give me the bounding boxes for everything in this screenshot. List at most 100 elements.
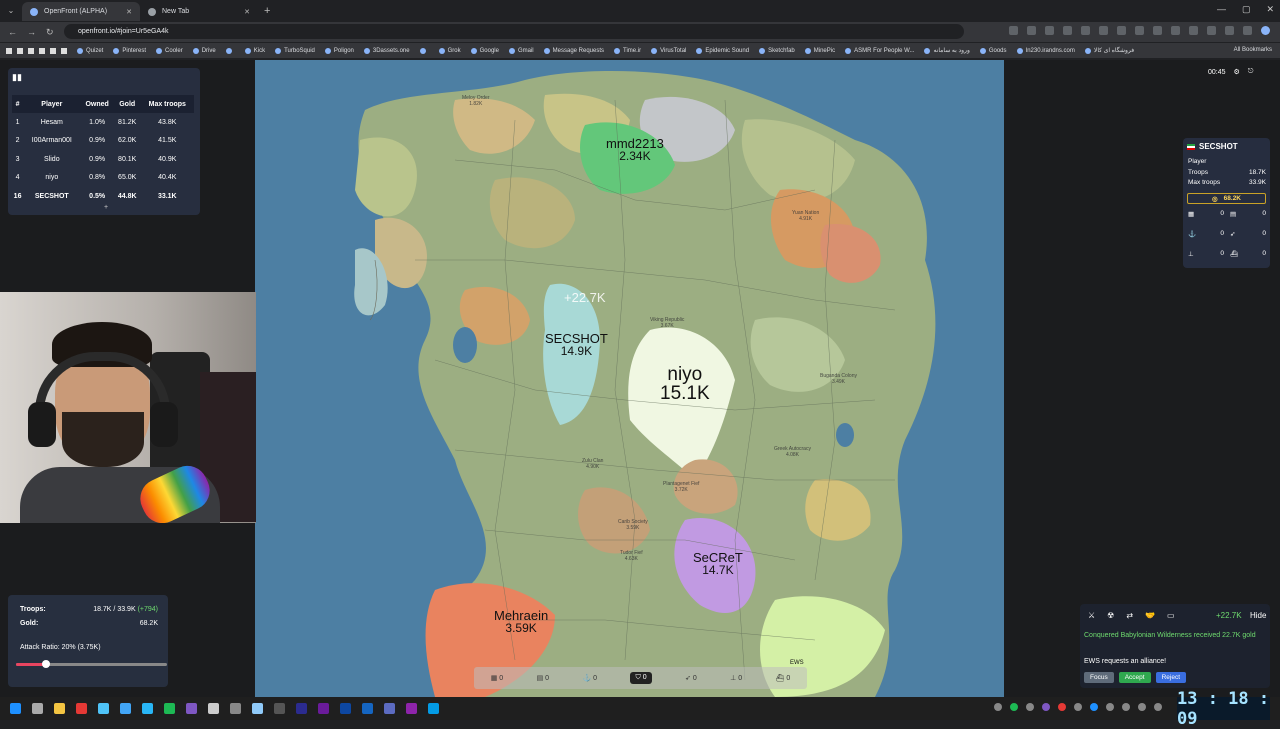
bookmark-item[interactable]: Pinterest xyxy=(113,47,146,54)
extension-icon[interactable] xyxy=(1117,26,1126,35)
bookmark-item[interactable]: Grok xyxy=(438,47,461,54)
tray-icon[interactable] xyxy=(1010,703,1018,711)
col-max-troops[interactable]: Max troops xyxy=(140,95,194,113)
missile-build-button[interactable]: ➶ 0 xyxy=(685,674,697,682)
table-row[interactable]: 3 Slido 0.9% 80.1K 40.9K xyxy=(12,150,194,169)
app-icon[interactable] xyxy=(274,703,285,714)
slider-handle[interactable] xyxy=(42,660,51,668)
app-icon[interactable] xyxy=(428,703,439,714)
all-bookmarks-button[interactable]: All Bookmarks xyxy=(1234,47,1272,53)
factory-build-button[interactable]: ▤ 0 xyxy=(537,674,549,682)
telegram-icon[interactable] xyxy=(120,703,131,714)
forward-icon[interactable]: → xyxy=(27,27,36,38)
tray-icon[interactable] xyxy=(1026,703,1034,711)
app-icon[interactable] xyxy=(98,703,109,714)
bookmark-item[interactable]: Goods xyxy=(979,47,1007,54)
bookmark-item[interactable]: MinePic xyxy=(804,47,835,54)
bookmark-item[interactable]: Google xyxy=(470,47,499,54)
tray-icon[interactable] xyxy=(1042,703,1050,711)
tray-icon[interactable] xyxy=(1154,703,1162,711)
after-effects-icon[interactable] xyxy=(296,703,307,714)
nuke-icon[interactable]: ☢ xyxy=(1107,611,1114,620)
search-icon[interactable] xyxy=(32,703,43,714)
table-row[interactable]: 4 niyo 0.8% 65.0K 40.4K xyxy=(12,169,194,188)
close-tab-icon[interactable]: ✕ xyxy=(244,8,250,16)
new-tab-button[interactable]: + xyxy=(264,5,270,17)
bookmark-item[interactable]: Gmail xyxy=(508,47,534,54)
bookmark-item[interactable]: TurboSquid xyxy=(275,47,315,54)
attack-ratio-slider[interactable] xyxy=(16,660,167,668)
bookmark-item[interactable]: Sketchfab xyxy=(759,47,795,54)
address-bar[interactable]: openfront.io/#join=Ur5eGA4k xyxy=(64,24,964,39)
col-gold[interactable]: Gold xyxy=(113,95,141,113)
extension-icon[interactable] xyxy=(1045,26,1054,35)
profile-avatar[interactable] xyxy=(1261,26,1270,35)
city-build-button[interactable]: ▦ 0 xyxy=(491,674,503,682)
app-icon[interactable] xyxy=(142,703,153,714)
back-icon[interactable]: ← xyxy=(8,27,17,38)
tray-icon[interactable] xyxy=(994,703,1002,711)
trade-icon[interactable]: ⇄ xyxy=(1126,611,1133,620)
table-row[interactable]: 1 Hesam 1.0% 81.2K 43.8K xyxy=(12,113,194,132)
bar-chart-icon[interactable]: ▮▮ xyxy=(12,72,22,83)
bookmark-item[interactable]: Poligon xyxy=(324,47,354,54)
file-explorer-icon[interactable] xyxy=(54,703,65,714)
extension-icon[interactable] xyxy=(1099,26,1108,35)
chat-icon[interactable]: ▭ xyxy=(1167,611,1175,620)
bookmark-item[interactable]: Message Requests xyxy=(543,47,604,54)
bookmark-item[interactable] xyxy=(225,47,235,54)
extension-icon[interactable] xyxy=(1243,26,1252,35)
tab-search-icon[interactable]: ⌄ xyxy=(0,6,22,15)
extension-icon[interactable] xyxy=(1009,26,1018,35)
tab-openfront[interactable]: OpenFront (ALPHA) ✕ xyxy=(22,2,140,21)
extension-icon[interactable] xyxy=(1135,26,1144,35)
reload-icon[interactable]: ↻ xyxy=(46,27,54,38)
tray-icon[interactable] xyxy=(1090,703,1098,711)
table-row[interactable]: 2 I00Arman00I 0.9% 62.0K 41.5K xyxy=(12,132,194,151)
settings-gear-icon[interactable]: ⚙ xyxy=(1234,68,1240,76)
hide-events-button[interactable]: Hide xyxy=(1250,611,1266,620)
alliance-icon[interactable]: 🤝 xyxy=(1145,611,1155,620)
app-icon[interactable] xyxy=(384,703,395,714)
spotify-icon[interactable] xyxy=(164,703,175,714)
tray-icon[interactable] xyxy=(1122,703,1130,711)
premiere-icon[interactable] xyxy=(318,703,329,714)
tab-new[interactable]: New Tab ✕ xyxy=(140,2,258,21)
bookmark-item[interactable]: In230.irandns.com xyxy=(1016,47,1075,54)
extension-icon[interactable] xyxy=(1225,26,1234,35)
close-tab-icon[interactable]: ✕ xyxy=(126,8,132,16)
tray-icon[interactable] xyxy=(1138,703,1146,711)
app-icon[interactable] xyxy=(230,703,241,714)
focus-button[interactable]: Focus xyxy=(1084,672,1114,683)
app-icon[interactable] xyxy=(252,703,263,714)
sam-build-button[interactable]: ⊥ 0 xyxy=(730,674,742,682)
extension-icon[interactable] xyxy=(1063,26,1072,35)
bookmark-item[interactable]: ASMR For People W... xyxy=(845,47,914,54)
maximize-icon[interactable]: ▢ xyxy=(1242,4,1251,15)
leaderboard-expand-button[interactable]: + xyxy=(104,204,108,211)
defense-build-button[interactable]: ⛉ 0 xyxy=(630,672,652,684)
extension-icon[interactable] xyxy=(1171,26,1180,35)
app-icon[interactable] xyxy=(362,703,373,714)
bookmark-item[interactable]: Kick xyxy=(244,47,265,54)
app-icon[interactable] xyxy=(208,703,219,714)
bookmark-item[interactable]: Epidemic Sound xyxy=(696,47,749,54)
accept-button[interactable]: Accept xyxy=(1118,672,1151,683)
discord-icon[interactable] xyxy=(186,703,197,714)
minimize-icon[interactable]: — xyxy=(1217,4,1226,15)
bookmark-item[interactable]: Quizet xyxy=(77,47,103,54)
warship-build-button[interactable]: ⛴ 0 xyxy=(776,674,791,682)
table-row-self[interactable]: 16 SECSHOT 0.5% 44.8K 33.1K xyxy=(12,187,194,206)
bookmark-item[interactable]: VirusTotal xyxy=(651,47,686,54)
bookmark-item[interactable]: ورود به سامانه xyxy=(924,47,970,54)
chrome-icon[interactable] xyxy=(76,703,87,714)
tray-icon[interactable] xyxy=(1058,703,1066,711)
col-player[interactable]: Player xyxy=(23,95,81,113)
reject-button[interactable]: Reject xyxy=(1155,672,1187,683)
windows-start-icon[interactable] xyxy=(10,703,21,714)
extension-icon[interactable] xyxy=(1207,26,1216,35)
game-viewport[interactable]: Meloy Order 1.82K Viking Republic 3.67K Bu… xyxy=(0,60,1280,697)
extension-icon[interactable] xyxy=(1153,26,1162,35)
bookmark-item[interactable]: Time.ir xyxy=(614,47,641,54)
tray-icon[interactable] xyxy=(1074,703,1082,711)
